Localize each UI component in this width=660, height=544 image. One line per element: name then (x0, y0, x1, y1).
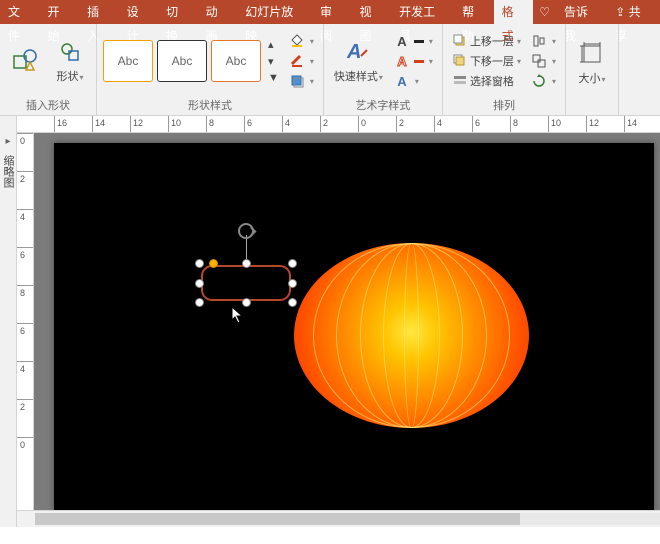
shapes-dropdown-icon (56, 38, 84, 66)
cursor-icon (231, 306, 245, 324)
thumbnail-label: 缩略图 (0, 155, 16, 188)
shape-outline[interactable]: ▾ (286, 52, 317, 70)
group-shape-styles: Abc Abc Abc ▴ ▾ ▼ ▾ ▾ ▾ 形状样式 (97, 24, 324, 115)
send-backward[interactable]: 下移一层▾ (449, 52, 524, 70)
group-label-arrange: 排列 (493, 95, 515, 115)
selection-pane-icon (452, 73, 468, 89)
tellme[interactable]: 告诉我 (556, 0, 607, 24)
tab-review[interactable]: 审阅 (312, 0, 352, 24)
text-effects[interactable]: A▾ (391, 72, 436, 90)
align-icon (531, 33, 547, 49)
text-fill-icon: A (394, 33, 410, 49)
handle-ne[interactable] (288, 259, 297, 268)
group-arrange: 上移一层▾ 下移一层▾ 选择窗格 ▾ ▾ ▾ 排列 (443, 24, 566, 115)
wordart-icon: A (344, 38, 372, 66)
group-label-shape-styles: 形状样式 (188, 95, 232, 115)
tab-devtools[interactable]: 开发工具 (391, 0, 454, 24)
gallery-more[interactable]: ▼ (265, 71, 282, 85)
menu-bar: 文件 开始 插入 设计 切换 动画 幻灯片放映 审阅 视图 开发工具 帮助 格式… (0, 0, 660, 24)
rotate-icon (531, 73, 547, 89)
handle-adjust[interactable] (209, 259, 218, 268)
style-preset-2[interactable]: Abc (157, 40, 207, 82)
align[interactable]: ▾ (528, 32, 559, 50)
text-fill[interactable]: A▾ (391, 32, 436, 50)
outline-icon (289, 53, 305, 69)
effects-icon (289, 73, 305, 89)
text-effects-icon: A (394, 73, 410, 89)
quick-styles[interactable]: A 快速样式▾ (330, 36, 387, 86)
selected-shape[interactable] (199, 263, 293, 303)
gallery-up[interactable]: ▴ (265, 37, 282, 52)
text-outline-icon: A (394, 53, 410, 69)
group-objects[interactable]: ▾ (528, 52, 559, 70)
bring-forward[interactable]: 上移一层▾ (449, 32, 524, 50)
lightbulb-icon[interactable]: ♡ (533, 0, 556, 24)
work-area: ▸ 缩略图 024686420 (0, 116, 660, 527)
tab-format[interactable]: 格式 (494, 0, 534, 24)
pumpkin-shape[interactable] (294, 243, 529, 428)
tab-file[interactable]: 文件 (0, 0, 40, 24)
group-size: 大小▾ (566, 24, 619, 115)
style-preset-3[interactable]: Abc (211, 40, 261, 82)
shapes-button[interactable]: 形状▾ (50, 36, 90, 86)
share-icon: ⇪ (615, 5, 625, 19)
tab-design[interactable]: 设计 (119, 0, 159, 24)
shape-fill[interactable]: ▾ (286, 32, 317, 50)
tab-home[interactable]: 开始 (40, 0, 80, 24)
thumbnail-strip-collapsed[interactable]: ▸ 缩略图 (0, 116, 17, 527)
size-icon (578, 40, 606, 68)
tab-transitions[interactable]: 切换 (158, 0, 198, 24)
ruler-horizontal (17, 116, 660, 133)
tab-view[interactable]: 视图 (352, 0, 392, 24)
group-label-size (590, 99, 593, 115)
rounded-rect-shape[interactable] (201, 265, 291, 301)
fill-icon (289, 33, 305, 49)
group-label-wordart: 艺术字样式 (355, 95, 410, 115)
shapes-gallery-placeholder[interactable] (6, 45, 46, 77)
rotate[interactable]: ▾ (528, 72, 559, 90)
horizontal-scrollbar[interactable] (17, 510, 660, 527)
shape-effects[interactable]: ▾ (286, 72, 317, 90)
gallery-scroll: ▴ ▾ ▼ (265, 37, 282, 85)
handle-s[interactable] (242, 298, 251, 307)
tab-help[interactable]: 帮助 (454, 0, 494, 24)
share-button[interactable]: ⇪ 共享 (607, 0, 660, 24)
style-preset-1[interactable]: Abc (103, 40, 153, 82)
send-backward-icon (452, 53, 468, 69)
gallery-down[interactable]: ▾ (265, 54, 282, 69)
group-icon (531, 53, 547, 69)
tab-slideshow[interactable]: 幻灯片放映 (237, 0, 312, 24)
selection-pane[interactable]: 选择窗格 (449, 72, 524, 90)
group-insert-shapes: 形状▾ 插入形状 (0, 24, 97, 115)
tab-insert[interactable]: 插入 (79, 0, 119, 24)
handle-w[interactable] (195, 279, 204, 288)
rotation-handle[interactable] (238, 223, 254, 239)
scrollbar-thumb[interactable] (35, 513, 520, 525)
handle-se[interactable] (288, 298, 297, 307)
group-wordart: A 快速样式▾ A▾ A▾ A▾ 艺术字样式 (324, 24, 443, 115)
slide[interactable] (54, 143, 654, 510)
text-outline[interactable]: A▾ (391, 52, 436, 70)
shapes-icon (12, 47, 40, 75)
ruler-vertical: 024686420 (17, 133, 34, 510)
expand-thumbs-icon[interactable]: ▸ (5, 136, 10, 147)
tab-animations[interactable]: 动画 (198, 0, 238, 24)
handle-n[interactable] (242, 259, 251, 268)
bring-forward-icon (452, 33, 468, 49)
handle-e[interactable] (288, 279, 297, 288)
size-button[interactable]: 大小▾ (572, 38, 612, 88)
group-label-insert-shapes: 插入形状 (26, 95, 70, 115)
ribbon: 形状▾ 插入形状 Abc Abc Abc ▴ ▾ ▼ ▾ ▾ ▾ 形状样式 A (0, 24, 660, 116)
svg-text:A: A (346, 41, 361, 63)
canvas[interactable] (34, 133, 660, 510)
handle-nw[interactable] (195, 259, 204, 268)
handle-sw[interactable] (195, 298, 204, 307)
